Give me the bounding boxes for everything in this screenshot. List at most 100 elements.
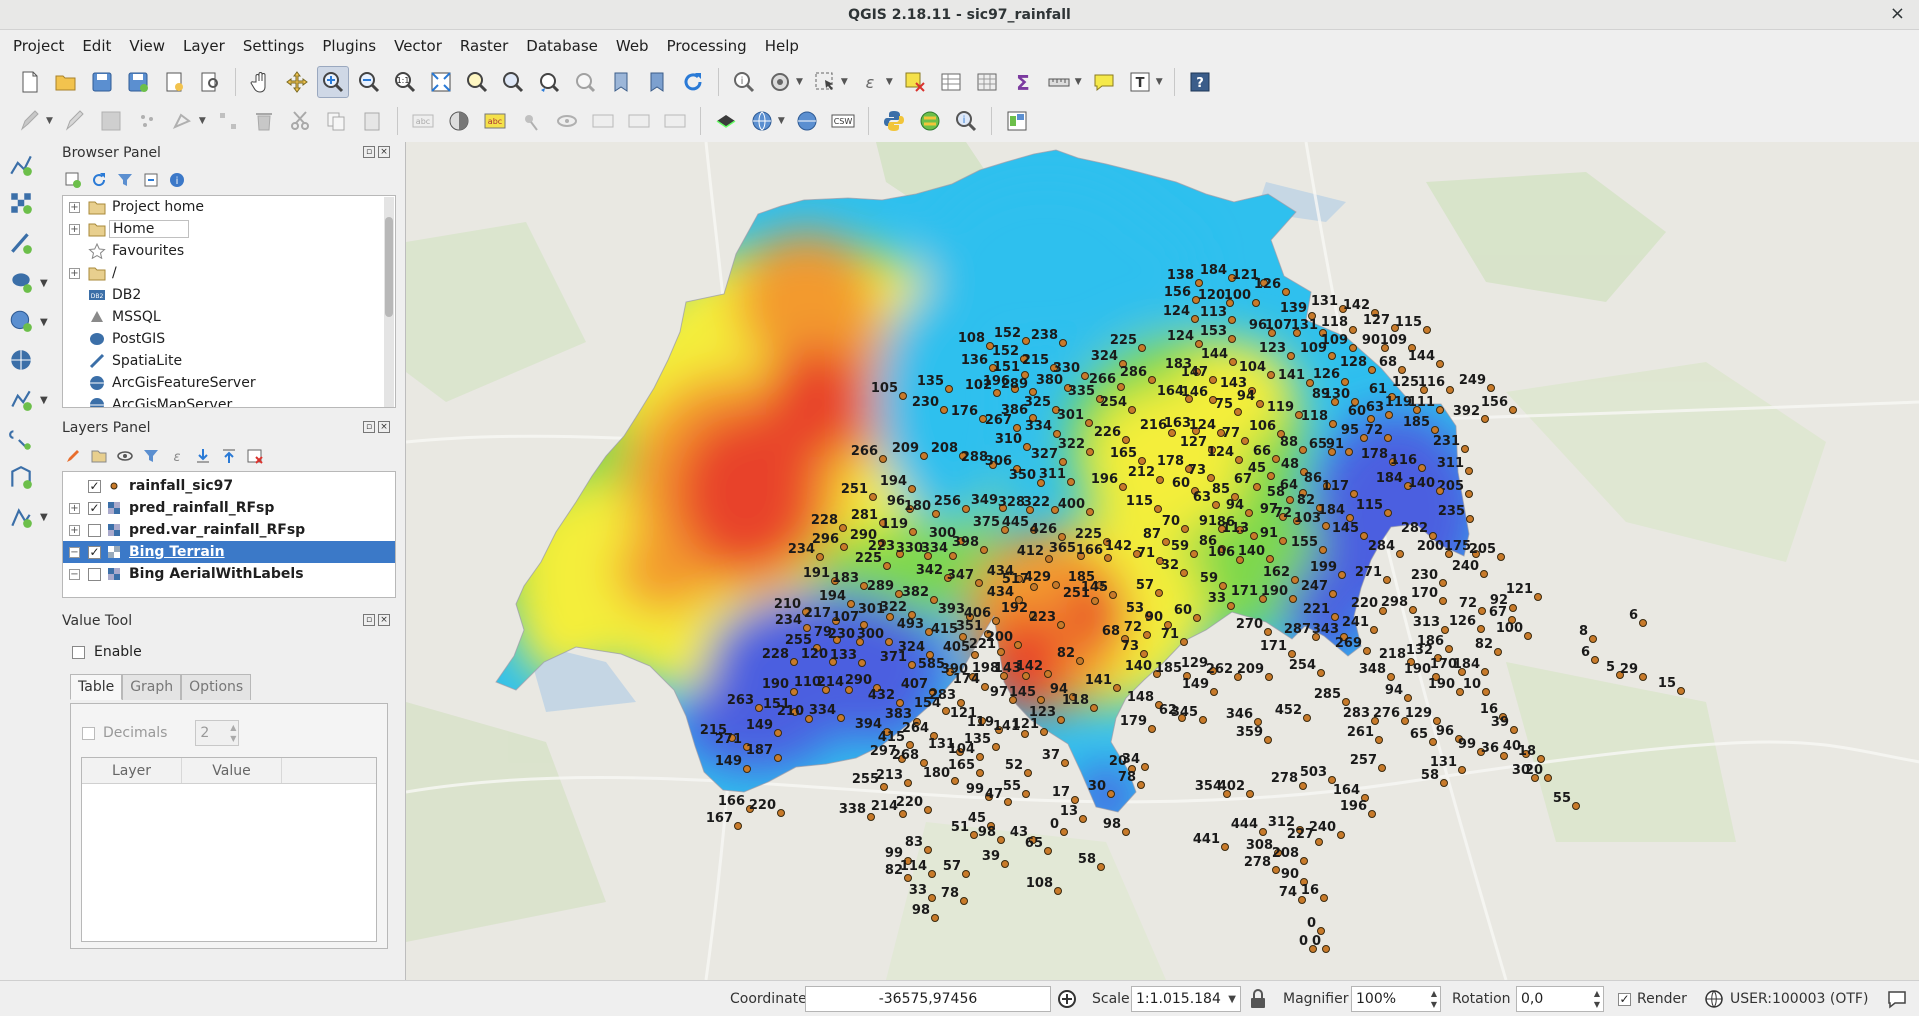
rainfall-station-point[interactable] [1245,509,1253,517]
select-by-expression-icon[interactable]: ε [854,66,886,98]
collapse-toggle[interactable]: − [69,546,80,558]
column-layer[interactable]: Layer [82,758,182,783]
rainfall-station-point[interactable] [1113,684,1121,692]
rainfall-station-point[interactable] [1544,774,1552,782]
add-selected-layers-icon[interactable] [64,171,82,189]
pin-labels-icon[interactable] [515,105,547,137]
rainfall-station-point[interactable] [1342,698,1350,706]
rainfall-station-point[interactable] [1229,358,1237,366]
rainfall-station-point[interactable] [1436,406,1444,414]
rainfall-station-point[interactable] [1398,366,1406,374]
rainfall-station-point[interactable] [1312,633,1320,641]
tab-graph[interactable]: Graph [122,674,182,700]
rainfall-station-point[interactable] [1059,458,1067,466]
rainfall-station-point[interactable] [1384,509,1392,517]
rainfall-station-point[interactable] [1317,669,1325,677]
osm-download-icon[interactable] [914,105,946,137]
rainfall-station-point[interactable] [932,510,940,518]
chevron-down-icon[interactable]: ▼ [199,116,206,126]
expand-toggle[interactable]: + [69,201,80,213]
rainfall-station-point[interactable] [1319,546,1327,554]
rainfall-station-point[interactable] [1180,638,1188,646]
rainfall-station-point[interactable] [790,658,798,666]
eye-icon[interactable] [116,447,134,465]
rainfall-station-point[interactable] [1384,434,1392,442]
chevron-down-icon[interactable]: ▼ [40,278,48,289]
rainfall-station-point[interactable] [1480,570,1488,578]
rainfall-station-point[interactable] [1117,383,1125,391]
scrollbar-thumb[interactable] [385,217,393,317]
rainfall-station-point[interactable] [1004,798,1012,806]
spin-arrows-icon[interactable]: ▲ ▼ [1594,988,1600,1010]
rainfall-station-point[interactable] [1180,569,1188,577]
rainfall-station-point[interactable] [924,806,932,814]
rainfall-station-point[interactable] [1509,406,1517,414]
rainfall-station-point[interactable] [1279,537,1287,545]
layer-item-bing-terrain[interactable]: − ✓ Bing Terrain [63,541,395,563]
rainfall-station-point[interactable] [1210,688,1218,696]
text-annotation-icon[interactable]: T [1124,66,1156,98]
add-wms-layer-icon[interactable] [746,105,778,137]
rainfall-station-point[interactable] [962,505,970,513]
rainfall-station-point[interactable] [1209,376,1217,384]
rainfall-station-point[interactable] [1322,522,1330,530]
rainfall-station-point[interactable] [1534,593,1542,601]
rainfall-station-point[interactable] [1396,550,1404,558]
rainfall-station-point[interactable] [847,600,855,608]
rainfall-station-point[interactable] [1446,386,1454,394]
rainfall-station-point[interactable] [1265,673,1273,681]
filter-by-expression-icon[interactable]: ε [168,447,186,465]
rainfall-station-point[interactable] [899,810,907,818]
open-project-icon[interactable] [50,66,82,98]
rainfall-station-point[interactable] [945,385,953,393]
rainfall-station-point[interactable] [1368,366,1376,374]
add-postgis-layer-icon[interactable] [6,267,36,297]
rainfall-station-point[interactable] [1409,606,1417,614]
rainfall-station-point[interactable] [774,754,782,762]
label-tool-icon[interactable]: abc [479,105,511,137]
chevron-down-icon[interactable]: ▼ [841,77,848,87]
rainfall-station-point[interactable] [1329,420,1337,428]
rainfall-station-point[interactable] [1375,736,1383,744]
add-wcs-layer-icon[interactable] [791,105,823,137]
rainfall-station-point[interactable] [1272,455,1280,463]
layer-visibility-checkbox[interactable] [88,523,101,537]
rainfall-station-point[interactable] [949,552,957,560]
rainfall-station-point[interactable] [1122,828,1130,836]
rainfall-station-point[interactable] [1091,597,1099,605]
rainfall-station-point[interactable] [1639,673,1647,681]
rainfall-station-point[interactable] [1013,424,1021,432]
rainfall-station-point[interactable] [1338,571,1346,579]
rainfall-station-point[interactable] [1246,790,1254,798]
rainfall-station-point[interactable] [1300,857,1308,865]
rainfall-station-point[interactable] [1320,894,1328,902]
rotation-spinbox[interactable]: 0,0 ▲ ▼ [1516,986,1604,1012]
rainfall-station-point[interactable] [1199,716,1207,724]
move-feature-icon[interactable] [167,105,199,137]
collapse-all-icon[interactable] [142,171,160,189]
rainfall-station-point[interactable] [1439,597,1447,605]
move-label-icon[interactable] [587,105,619,137]
close-panel-icon[interactable]: × [378,146,390,158]
add-wms-layer-side-icon[interactable] [6,306,36,336]
rainfall-station-point[interactable] [1267,371,1275,379]
rainfall-station-point[interactable] [1264,628,1272,636]
chevron-down-icon[interactable]: ▼ [796,77,803,87]
rainfall-station-point[interactable] [1291,576,1299,584]
rainfall-station-point[interactable] [840,543,848,551]
python-console-icon[interactable] [878,105,910,137]
rainfall-station-point[interactable] [920,452,928,460]
rainfall-station-point[interactable] [1259,828,1267,836]
decimals-spinbox[interactable]: 2 ▲ ▼ [195,720,240,746]
filter-icon[interactable] [116,171,134,189]
rainfall-station-point[interactable] [1235,456,1243,464]
zoom-next-icon[interactable] [569,66,601,98]
select-features-icon[interactable] [809,66,841,98]
rainfall-station-point[interactable] [1045,555,1053,563]
new-bookmark-icon[interactable] [605,66,637,98]
spin-arrows-icon[interactable]: ▲ ▼ [1431,988,1437,1010]
deselect-all-icon[interactable] [899,66,931,98]
rainfall-station-point[interactable] [928,870,936,878]
rainfall-station-point[interactable] [976,753,984,761]
node-tool-icon[interactable] [212,105,244,137]
